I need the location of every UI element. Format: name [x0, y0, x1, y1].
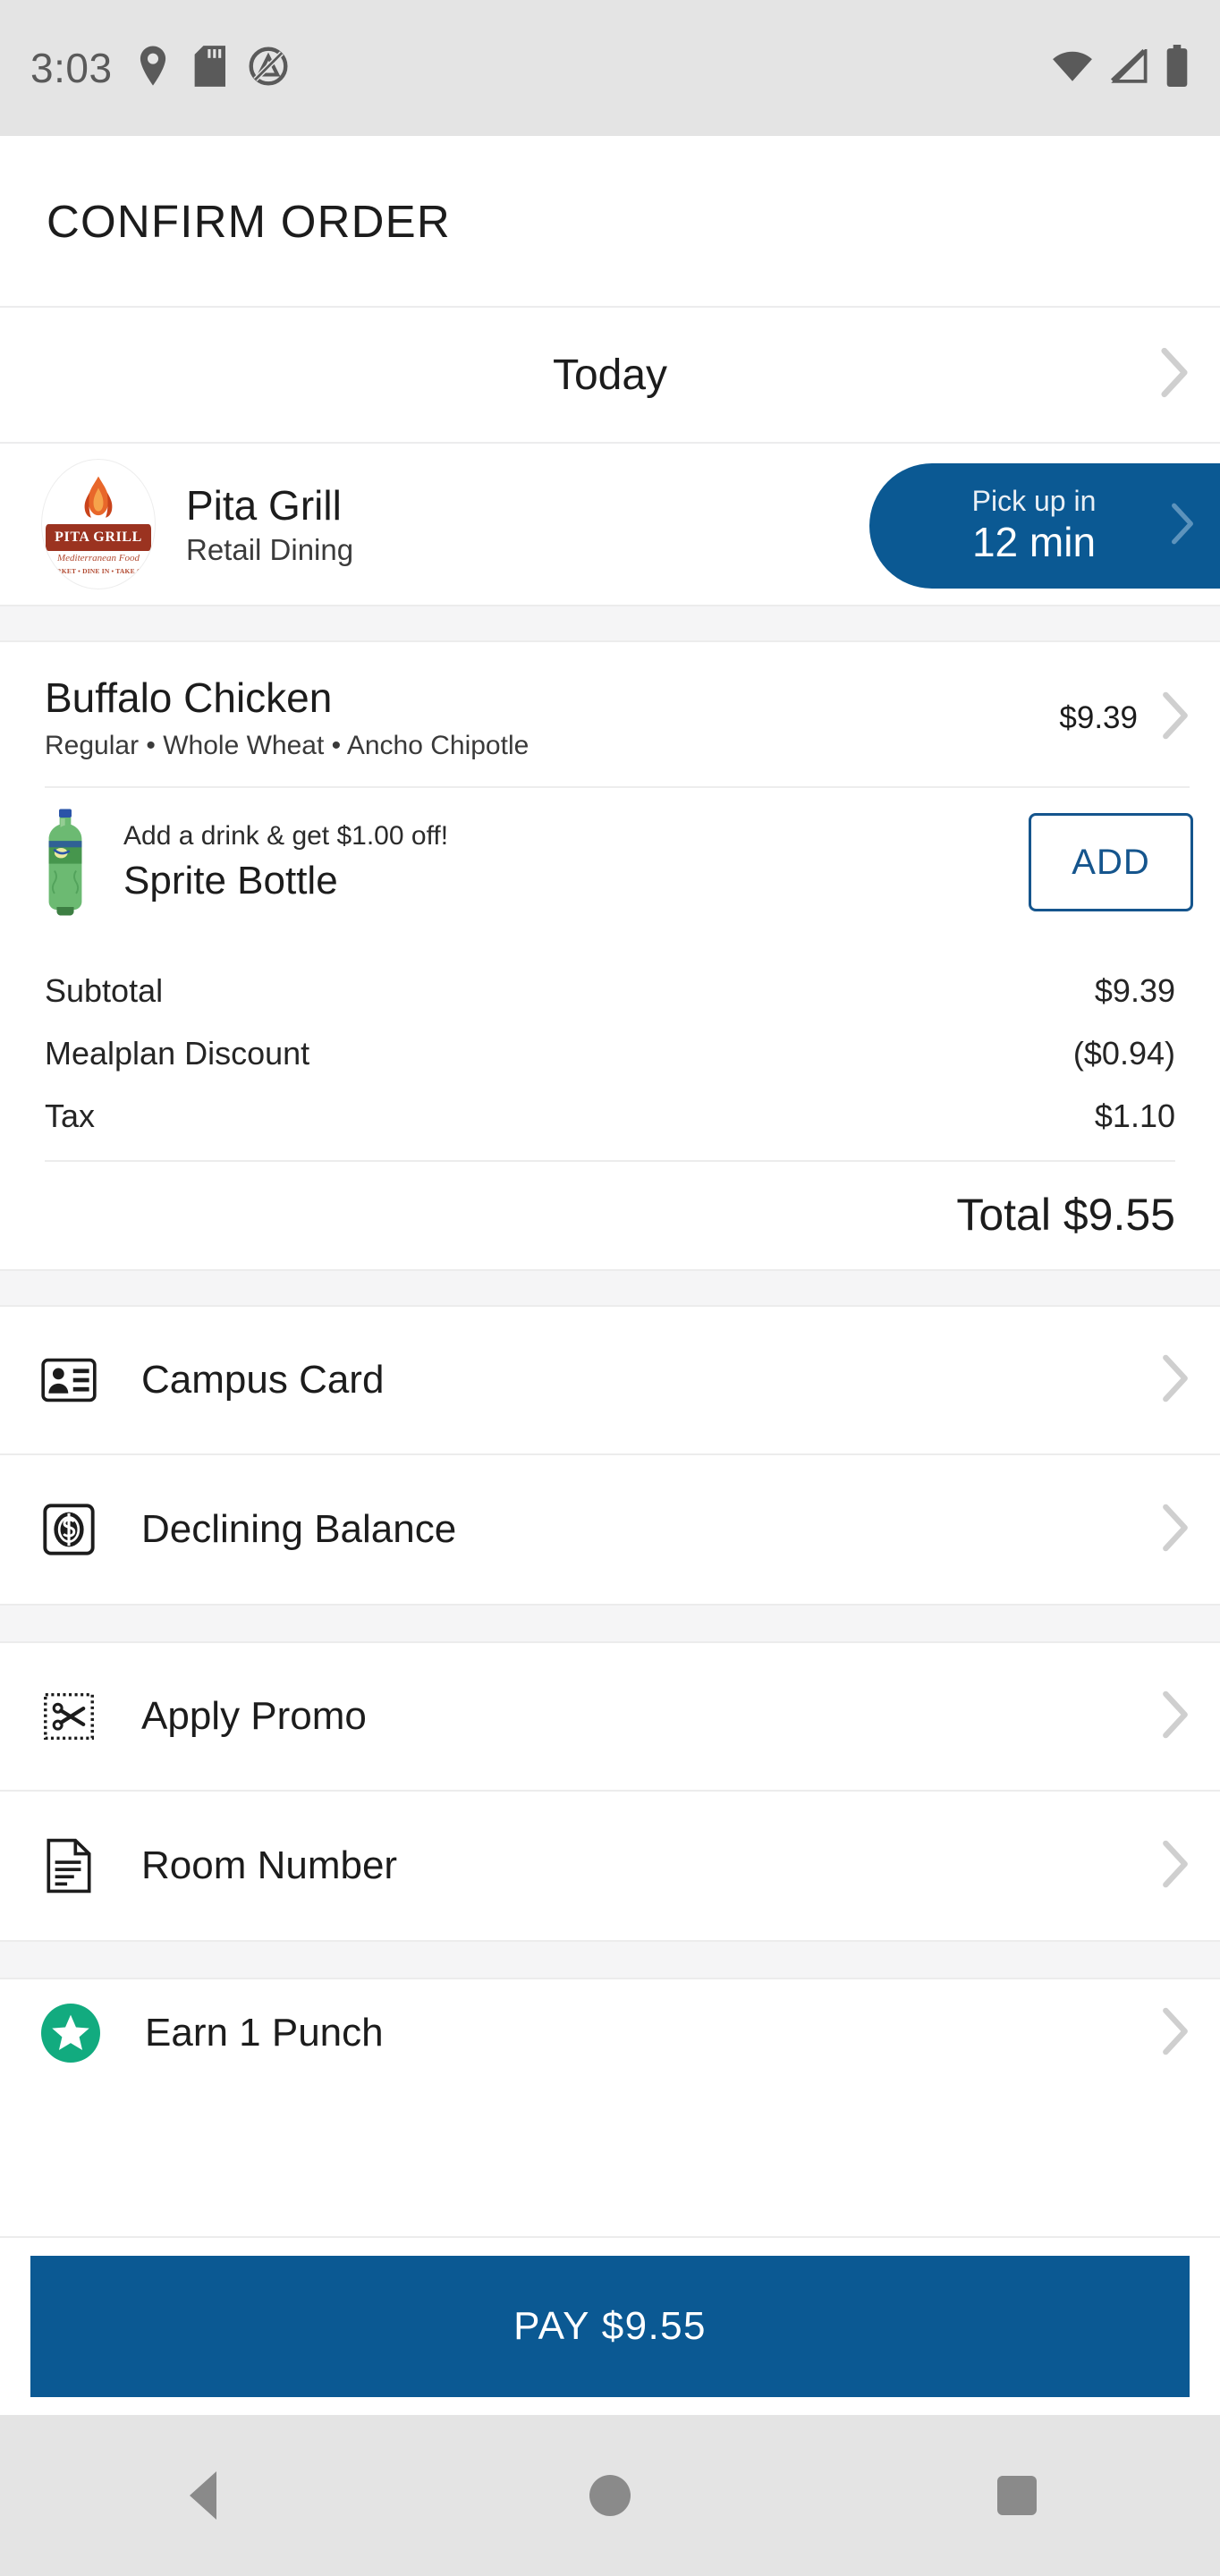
schedule-row[interactable]: Today	[0, 308, 1220, 444]
total-label: Tax	[45, 1097, 96, 1135]
option-row-campus-card[interactable]: Campus Card	[0, 1307, 1220, 1456]
section-divider	[0, 1269, 1220, 1308]
wifi-icon	[1052, 50, 1093, 87]
option-row-apply-promo[interactable]: Apply Promo	[0, 1643, 1220, 1792]
back-button[interactable]	[123, 2415, 284, 2576]
order-item-options: Regular • Whole Wheat • Ancho Chipotle	[45, 731, 530, 761]
home-circle-icon	[589, 2475, 631, 2516]
chevron-right-icon	[1161, 2007, 1190, 2060]
status-bar: 3:03	[0, 0, 1220, 136]
chevron-right-icon	[1170, 503, 1195, 550]
pickup-time: 12 min	[971, 518, 1097, 565]
star-badge-icon	[41, 2004, 100, 2063]
pickup-prefix: Pick up in	[971, 484, 1097, 517]
chevron-right-icon	[1161, 691, 1190, 744]
chevron-right-icon	[1161, 1354, 1190, 1407]
location-pin-icon	[136, 45, 170, 92]
home-button[interactable]	[530, 2415, 690, 2576]
venue-row[interactable]: PITA GRILL Mediterranean Food MARKET • D…	[0, 444, 1220, 605]
page-title: CONFIRM ORDER	[47, 195, 451, 247]
venue-category: Retail Dining	[186, 533, 354, 567]
status-bar-right	[1052, 44, 1190, 92]
venue-logo-services: MARKET • DINE IN • TAKE OUT	[45, 567, 152, 575]
chevron-right-icon	[1161, 1504, 1190, 1556]
status-bar-clock: 3:03	[30, 45, 113, 91]
section-divider	[0, 605, 1220, 642]
schedule-label: Today	[552, 351, 668, 399]
chevron-right-icon	[1159, 347, 1190, 402]
option-label: Room Number	[141, 1843, 398, 1888]
battery-icon	[1165, 44, 1190, 92]
add-upsell-button[interactable]: ADD	[1029, 813, 1193, 912]
sd-card-icon	[193, 45, 225, 91]
venue-name: Pita Grill	[186, 481, 342, 529]
venue-logo: PITA GRILL Mediterranean Food MARKET • D…	[41, 459, 156, 589]
total-line-discount: Mealplan Discount ($0.94)	[45, 1022, 1175, 1085]
system-navigation-bar	[0, 2415, 1220, 2576]
upsell-item-name: Sprite Bottle	[123, 859, 338, 903]
sprite-bottle-icon	[41, 808, 89, 917]
pay-button[interactable]: PAY $9.55	[30, 2256, 1190, 2397]
recents-button[interactable]	[936, 2415, 1097, 2576]
venue-logo-tagline: Mediterranean Food	[57, 553, 140, 564]
venue-text: Pita Grill Retail Dining	[186, 481, 353, 567]
total-label: Subtotal	[45, 972, 164, 1010]
option-label: Campus Card	[141, 1358, 385, 1402]
chevron-right-icon	[1161, 1840, 1190, 1893]
total-value: ($0.94)	[1072, 1035, 1175, 1072]
flame-icon	[75, 475, 122, 531]
id-card-icon	[41, 1352, 97, 1408]
order-item-details: Buffalo Chicken Regular • Whole Wheat • …	[45, 674, 1059, 761]
option-row-room-number[interactable]: Room Number	[0, 1792, 1220, 1941]
pickup-time-button[interactable]: Pick up in 12 min	[869, 463, 1220, 589]
total-label: Mealplan Discount	[45, 1035, 310, 1072]
venue-logo-banner-text: PITA GRILL	[55, 530, 142, 545]
total-line-tax: Tax $1.10	[45, 1085, 1175, 1148]
total-value: $1.10	[1094, 1097, 1175, 1135]
app-bar: CONFIRM ORDER	[0, 136, 1220, 308]
order-item-name: Buffalo Chicken	[45, 674, 333, 721]
upsell-row[interactable]: Add a drink & get $1.00 off! Sprite Bott…	[0, 788, 1220, 936]
total-value: $9.39	[1094, 972, 1175, 1010]
grand-total: Total $9.55	[956, 1190, 1175, 1241]
option-label: Declining Balance	[141, 1507, 457, 1552]
section-divider	[0, 1604, 1220, 1644]
recents-square-icon	[996, 2476, 1037, 2515]
coupon-scissors-icon	[41, 1689, 97, 1744]
order-item-price: $9.39	[1059, 699, 1138, 735]
document-icon	[41, 1838, 97, 1894]
upsell-text: Add a drink & get $1.00 off! Sprite Bott…	[123, 821, 1029, 903]
totals-lines: Subtotal $9.39 Mealplan Discount ($0.94)…	[45, 936, 1175, 1269]
rewards-label: Earn 1 Punch	[145, 2011, 384, 2055]
upsell-promo-text: Add a drink & get $1.00 off!	[123, 821, 449, 852]
phone-screen: 3:03 CONFIRM ORDER Today PITA GRILL Medi…	[0, 0, 1220, 2576]
section-divider	[0, 1940, 1220, 1980]
option-row-declining-balance[interactable]: Declining Balance	[0, 1455, 1220, 1605]
back-triangle-icon	[190, 2471, 217, 2520]
total-line-subtotal: Subtotal $9.39	[45, 960, 1175, 1022]
pay-bar: PAY $9.55	[0, 2236, 1220, 2415]
order-item-row[interactable]: Buffalo Chicken Regular • Whole Wheat • …	[45, 642, 1190, 786]
venue-logo-banner: PITA GRILL	[46, 524, 151, 551]
totals-section: Subtotal $9.39 Mealplan Discount ($0.94)…	[0, 936, 1220, 1270]
status-bar-left: 3:03	[30, 44, 288, 92]
do-not-disturb-icon	[249, 47, 288, 90]
rewards-row[interactable]: Earn 1 Punch	[0, 1979, 1220, 2088]
order-items: Buffalo Chicken Regular • Whole Wheat • …	[0, 642, 1220, 789]
option-label: Apply Promo	[141, 1694, 367, 1739]
dollar-badge-icon	[41, 1502, 97, 1557]
cellular-signal-icon	[1109, 47, 1148, 88]
chevron-right-icon	[1161, 1690, 1190, 1743]
